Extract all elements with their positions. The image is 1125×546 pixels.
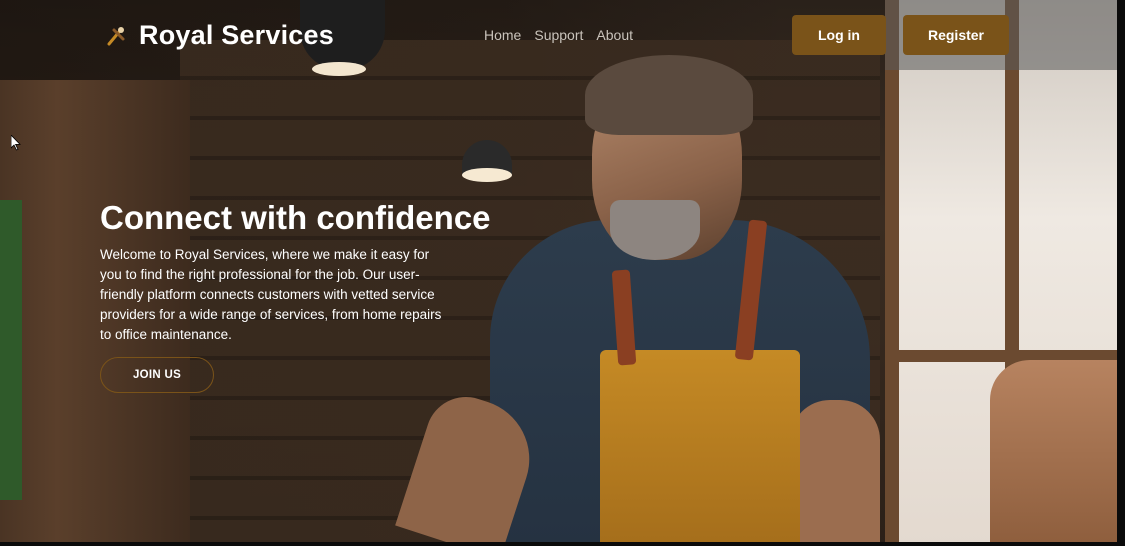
site-header: Royal Services Home Support About Log in… [0,0,1117,72]
broom-tools-icon [107,26,125,45]
hero-title: Connect with confidence [100,199,491,236]
nav-home-link[interactable]: Home [484,27,521,43]
page-edge [0,542,1125,546]
background-logs [990,360,1120,546]
register-button[interactable]: Register [903,15,1009,55]
hero-description: Welcome to Royal Services, where we make… [100,247,442,342]
hero-image-arm [790,400,880,546]
background-plant [0,200,22,500]
login-button[interactable]: Log in [792,15,886,55]
nav-support-link[interactable]: Support [534,27,583,43]
hero-image-beard [610,200,700,260]
brand-name: Royal Services [139,20,334,50]
window-frame [885,0,899,546]
join-us-button[interactable]: JOIN US [100,357,214,393]
nav-about-link[interactable]: About [596,27,633,43]
main-nav: Home Support About [484,27,633,43]
mouse-cursor-icon [11,135,21,151]
hero-image-apron [600,350,800,546]
brand-logo[interactable]: Royal Services [105,20,334,51]
page-edge [1117,0,1125,546]
